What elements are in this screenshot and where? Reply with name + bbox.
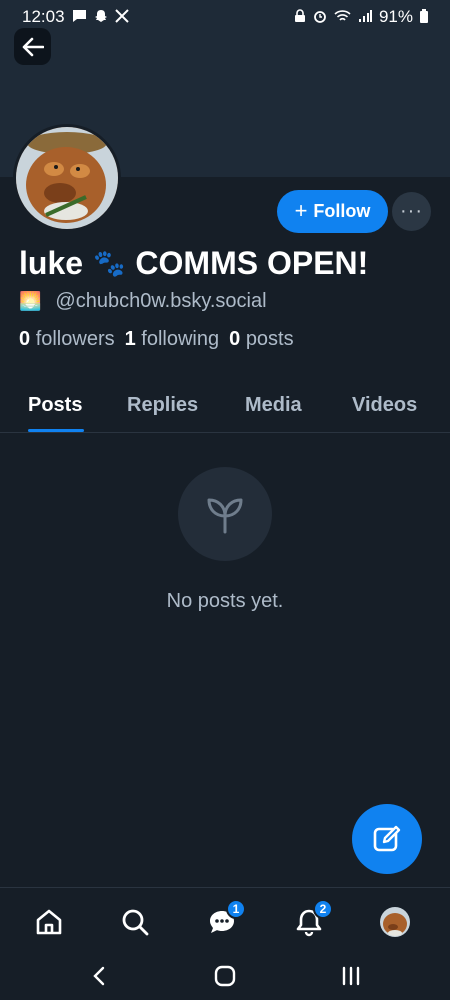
nav-home[interactable] — [29, 902, 69, 942]
battery-percent: 91% — [378, 7, 413, 26]
message-icon — [72, 9, 87, 25]
display-name: luke 🐾 COMMS OPEN! — [19, 245, 440, 282]
x-icon — [114, 9, 129, 25]
posts-stat: 0 posts — [229, 328, 294, 351]
more-options-button[interactable]: ··· — [392, 192, 431, 231]
status-time: 12:03 — [22, 7, 65, 26]
ellipsis-icon: ··· — [400, 200, 423, 222]
signal-icon — [358, 9, 372, 25]
nav-search[interactable] — [115, 902, 155, 942]
empty-state-text: No posts yet. — [166, 590, 284, 612]
profile-stats: 0 followers 1 following 0 posts — [19, 328, 294, 351]
profile-tabs: Posts Replies Media Videos — [0, 380, 450, 433]
posts-count: 0 — [229, 328, 241, 350]
battery-icon — [420, 9, 428, 25]
notifications-badge: 2 — [313, 899, 333, 919]
following-label: following — [141, 328, 220, 350]
system-navigation — [0, 953, 450, 1000]
system-recents-button[interactable] — [336, 961, 366, 991]
handle-row: 🌅 @chubch0w.bsky.social — [19, 290, 267, 313]
compose-post-button[interactable] — [352, 804, 422, 874]
following-stat[interactable]: 1 following — [125, 328, 220, 351]
posts-label: posts — [245, 328, 294, 350]
avatar — [380, 907, 410, 937]
tab-posts[interactable]: Posts — [28, 394, 82, 417]
paw-emoji: 🐾 — [93, 248, 126, 278]
nav-chat[interactable]: 1 — [202, 899, 246, 942]
home-square-icon — [214, 965, 236, 987]
snapchat-icon — [94, 9, 108, 25]
followers-count: 0 — [19, 328, 31, 350]
follow-button[interactable]: + Follow — [277, 190, 388, 233]
empty-state-icon — [178, 467, 272, 561]
followers-label: followers — [35, 328, 115, 350]
search-icon — [122, 909, 149, 936]
system-home-button[interactable] — [210, 961, 240, 991]
chevron-left-icon — [93, 966, 105, 986]
profile-handle: @chubch0w.bsky.social — [55, 290, 267, 312]
status-right: 91% — [294, 7, 428, 27]
sunrise-emoji: 🌅 — [19, 291, 42, 311]
system-back-button[interactable] — [84, 961, 114, 991]
following-count: 1 — [124, 328, 136, 350]
sprout-icon — [207, 498, 243, 534]
tab-media[interactable]: Media — [245, 394, 302, 417]
status-bar: 12:03 91% — [0, 0, 450, 34]
nav-profile[interactable] — [375, 902, 415, 942]
display-name-text: luke — [19, 245, 84, 281]
nav-notifications[interactable]: 2 — [289, 899, 333, 942]
display-name-suffix: COMMS OPEN! — [135, 245, 369, 281]
follow-label: Follow — [313, 201, 371, 221]
recents-icon — [342, 966, 360, 986]
status-left: 12:03 — [22, 7, 129, 27]
bottom-navigation: 1 2 — [0, 887, 450, 953]
vpn-icon — [294, 9, 306, 25]
arrow-left-icon — [22, 37, 44, 56]
alarm-icon — [313, 9, 327, 25]
compose-icon — [373, 825, 401, 852]
wifi-icon — [334, 9, 351, 25]
profile-avatar[interactable] — [13, 124, 121, 232]
avatar-image — [16, 127, 118, 229]
plus-icon: + — [294, 197, 308, 223]
home-icon — [36, 909, 62, 935]
followers-stat[interactable]: 0 followers — [19, 328, 115, 351]
chat-badge: 1 — [226, 899, 246, 919]
tab-replies[interactable]: Replies — [127, 394, 198, 417]
tab-videos[interactable]: Videos — [352, 394, 417, 417]
active-tab-indicator — [28, 429, 84, 432]
